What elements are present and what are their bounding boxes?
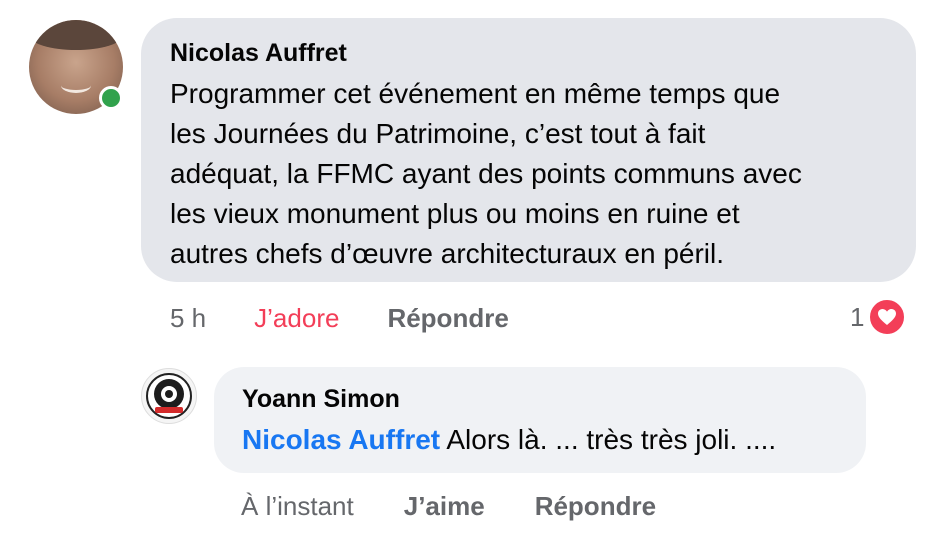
mention-link[interactable]: Nicolas Auffret [242, 424, 440, 455]
comment-timestamp[interactable]: 5 h [170, 303, 206, 334]
comment-bubble: Nicolas Auffret Programmer cet événement… [141, 18, 916, 282]
reply-bubble: Yoann Simon Nicolas Auffret Alors là. ..… [214, 367, 866, 473]
comment-author[interactable]: Nicolas Auffret [170, 38, 916, 68]
replier-avatar[interactable] [141, 368, 197, 424]
heart-icon [868, 298, 907, 336]
reply-timestamp[interactable]: À l’instant [241, 491, 354, 522]
reply-reply-button[interactable]: Répondre [535, 491, 656, 522]
online-status-indicator [99, 86, 123, 110]
reply-actions: À l’instant J’aime Répondre [241, 488, 656, 524]
reply-author[interactable]: Yoann Simon [242, 384, 866, 414]
like-button[interactable]: J’aime [404, 491, 485, 522]
reply-button[interactable]: Répondre [387, 303, 508, 334]
reaction-count: 1 [850, 301, 865, 332]
comment-text: Programmer cet événement en même temps q… [170, 78, 802, 269]
reply-message: Alors là. ... très très joli. .... [440, 424, 777, 455]
club-logo-icon [146, 373, 192, 419]
reply-text: Nicolas Auffret Alors là. ... très très … [242, 422, 866, 458]
love-reaction-button[interactable]: J’adore [254, 303, 339, 334]
reaction-summary[interactable]: 1 [850, 298, 907, 336]
comment-actions: 5 h J’adore Répondre [170, 300, 509, 336]
